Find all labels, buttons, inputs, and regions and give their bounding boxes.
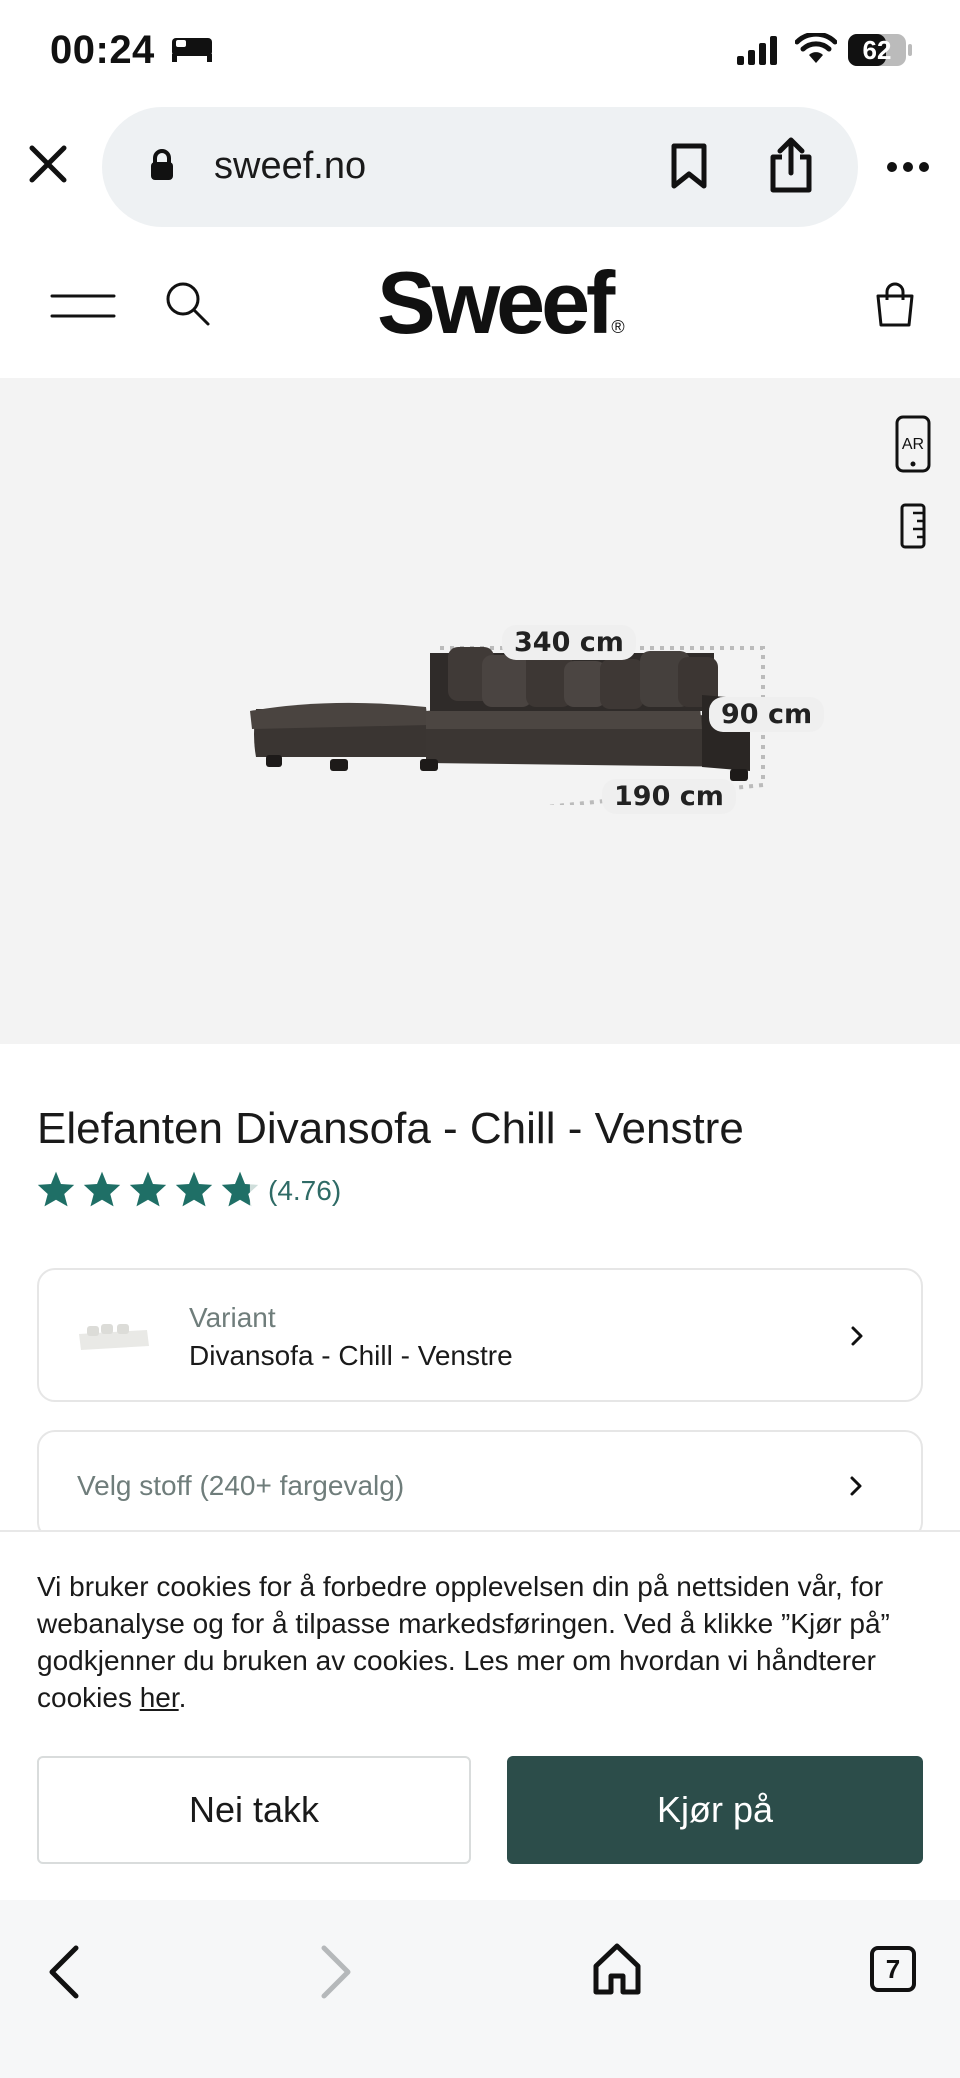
more-options-icon[interactable] bbox=[886, 160, 930, 178]
fabric-label: Velg stoff (240+ fargevalg) bbox=[77, 1470, 405, 1501]
fabric-selector[interactable]: Velg stoff (240+ fargevalg) bbox=[37, 1430, 923, 1540]
ar-view-icon[interactable]: AR bbox=[895, 415, 931, 478]
shopping-bag-icon[interactable] bbox=[874, 282, 916, 333]
logo-registered-mark: ® bbox=[611, 317, 625, 337]
star-icon bbox=[175, 1171, 213, 1207]
dimension-width-label: 340 cm bbox=[502, 625, 636, 660]
variant-chevron-button[interactable] bbox=[829, 1308, 885, 1364]
accept-cookies-button[interactable]: Kjør på bbox=[507, 1756, 923, 1864]
address-bar[interactable]: sweef.no bbox=[102, 107, 858, 227]
product-title: Elefanten Divansofa - Chill - Venstre bbox=[37, 1104, 744, 1153]
dimension-depth-label: 190 cm bbox=[602, 779, 736, 814]
status-bar: 00:24 62 bbox=[0, 0, 960, 105]
star-icon bbox=[37, 1171, 75, 1207]
star-icon bbox=[83, 1171, 121, 1207]
site-logo[interactable]: Sweef® bbox=[377, 252, 625, 354]
variant-selector[interactable]: Variant Divansofa - Chill - Venstre bbox=[37, 1268, 923, 1402]
star-icon bbox=[129, 1171, 167, 1207]
star-partial-icon bbox=[221, 1171, 259, 1207]
cookie-banner: Vi bruker cookies for å forbedre oppleve… bbox=[0, 1530, 960, 1900]
cellular-signal-icon bbox=[737, 36, 781, 71]
battery-percentage: 62 bbox=[862, 35, 892, 65]
status-time: 00:24 bbox=[50, 28, 155, 72]
ruler-measure-icon[interactable] bbox=[900, 503, 926, 554]
logo-text: Sweef bbox=[377, 253, 615, 352]
dimension-height-label: 90 cm bbox=[709, 697, 825, 732]
cookie-text-end: . bbox=[178, 1682, 187, 1713]
url-text[interactable]: sweef.no bbox=[214, 145, 366, 188]
wifi-icon bbox=[794, 31, 838, 70]
chevron-right-icon bbox=[851, 1326, 863, 1346]
back-arrow-icon[interactable] bbox=[46, 1944, 82, 2005]
cookie-text: Vi bruker cookies for å forbedre oppleve… bbox=[37, 1568, 927, 1716]
variant-label: Variant bbox=[189, 1302, 276, 1333]
hamburger-menu-icon[interactable] bbox=[50, 290, 116, 325]
rating-value[interactable]: (4.76) bbox=[268, 1175, 341, 1207]
decline-cookies-button[interactable]: Nei takk bbox=[37, 1756, 471, 1864]
variant-value: Divansofa - Chill - Venstre bbox=[189, 1340, 513, 1371]
share-icon[interactable] bbox=[768, 137, 814, 198]
bookmark-icon[interactable] bbox=[670, 143, 708, 194]
search-icon[interactable] bbox=[164, 280, 212, 333]
browser-toolbar: 7 bbox=[0, 1900, 960, 2078]
close-icon[interactable] bbox=[28, 144, 68, 189]
rating-stars[interactable] bbox=[36, 1170, 260, 1208]
forward-arrow-icon[interactable] bbox=[318, 1944, 354, 2005]
cookie-policy-link[interactable]: her bbox=[140, 1682, 179, 1713]
variant-thumbnail bbox=[79, 1324, 149, 1350]
tabs-count-button[interactable]: 7 bbox=[870, 1946, 916, 1992]
ar-label: AR bbox=[902, 436, 924, 453]
chevron-right-icon bbox=[850, 1476, 862, 1496]
lock-icon bbox=[150, 149, 174, 186]
home-icon[interactable] bbox=[592, 1942, 642, 2001]
sleep-focus-icon bbox=[170, 34, 214, 69]
